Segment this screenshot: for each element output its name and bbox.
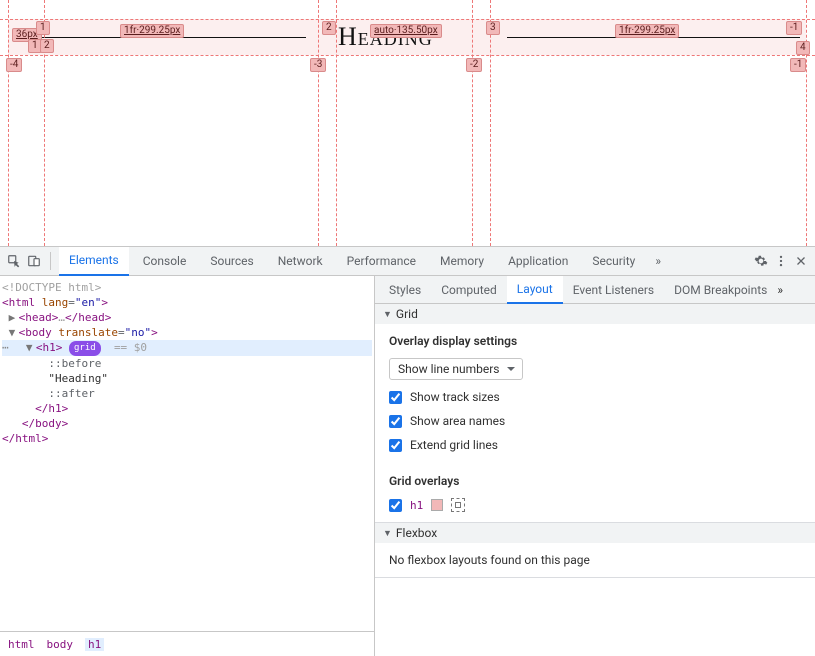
col1-size-label: 1fr·299.25px xyxy=(120,24,184,38)
page-viewport: Heading 36px 1fr·299.25px auto·135.50px … xyxy=(0,0,815,246)
device-toggle-icon[interactable] xyxy=(26,253,42,269)
stab-layout[interactable]: Layout xyxy=(507,276,563,304)
grid-line-v3 xyxy=(472,0,473,246)
gear-icon[interactable] xyxy=(753,253,769,269)
overlay-style-icon[interactable] xyxy=(451,498,465,512)
flexbox-section: ▼ Flexbox No flexbox layouts found on th… xyxy=(375,523,815,578)
grid-line-v1 xyxy=(8,0,9,246)
grid-num-top-3: 3 xyxy=(486,21,500,35)
stab-dombreakpoints[interactable]: DOM Breakpoints xyxy=(664,276,777,304)
dom-tree-panel: <!DOCTYPE html> <html lang="en"> ▶<head>… xyxy=(0,276,375,656)
grid-num-row-4: 4 xyxy=(796,41,810,55)
flexbox-section-head[interactable]: ▼ Flexbox xyxy=(375,523,815,543)
tab-console[interactable]: Console xyxy=(133,247,197,276)
grid-section-title: Grid xyxy=(396,307,418,321)
devtools-panel: Elements Console Sources Network Perform… xyxy=(0,246,815,656)
sidebar-panel: Styles Computed Layout Event Listeners D… xyxy=(375,276,815,656)
chevron-down-icon: ▼ xyxy=(383,528,392,539)
sidetabs-overflow-icon[interactable]: » xyxy=(777,283,783,297)
line-numbers-select[interactable]: Show line numbers xyxy=(389,358,523,380)
stab-computed[interactable]: Computed xyxy=(431,276,507,304)
kebab-icon[interactable] xyxy=(773,253,789,269)
close-icon[interactable] xyxy=(793,253,809,269)
tab-memory[interactable]: Memory xyxy=(430,247,494,276)
check-area-names-label: Show area names xyxy=(410,414,505,428)
grid-num-top-1: 1 xyxy=(36,21,50,35)
grid-num-bot--4: -4 xyxy=(6,58,22,72)
stab-eventlisteners[interactable]: Event Listeners xyxy=(563,276,664,304)
grid-line-v4 xyxy=(806,0,807,246)
inspect-icon[interactable] xyxy=(6,253,22,269)
chevron-down-icon: ▼ xyxy=(383,309,392,320)
crumb-html[interactable]: html xyxy=(8,638,35,651)
tabs-overflow-icon[interactable]: » xyxy=(649,254,667,268)
grid-num-bot--3: -3 xyxy=(310,58,326,72)
sidebar-tabs: Styles Computed Layout Event Listeners D… xyxy=(375,276,815,304)
check-extend-lines-label: Extend grid lines xyxy=(410,438,498,452)
grid-num-bot--1: -1 xyxy=(790,58,806,72)
divider xyxy=(50,252,51,270)
overlay-h1-check[interactable] xyxy=(389,499,402,512)
grid-badge[interactable]: grid xyxy=(69,341,101,356)
tab-network[interactable]: Network xyxy=(268,247,333,276)
grid-line-h2 xyxy=(0,55,815,56)
dom-tree[interactable]: <!DOCTYPE html> <html lang="en"> ▶<head>… xyxy=(0,276,374,631)
overlay-color-swatch[interactable] xyxy=(431,499,443,511)
check-area-names[interactable] xyxy=(389,415,402,428)
grid-line-v2 xyxy=(318,0,319,246)
grid-line-v2b xyxy=(336,0,337,246)
check-track-sizes[interactable] xyxy=(389,391,402,404)
tab-security[interactable]: Security xyxy=(582,247,645,276)
tab-sources[interactable]: Sources xyxy=(200,247,263,276)
grid-line-h1 xyxy=(0,19,815,20)
grid-num-top--1: -1 xyxy=(786,21,802,35)
crumb-h1[interactable]: h1 xyxy=(85,638,104,651)
check-extend-lines[interactable] xyxy=(389,439,402,452)
flexbox-empty-text: No flexbox layouts found on this page xyxy=(389,553,590,567)
col2-size-label: auto·135.50px xyxy=(370,24,442,38)
tab-application[interactable]: Application xyxy=(498,247,578,276)
devtools-tabbar: Elements Console Sources Network Perform… xyxy=(0,247,815,276)
overlay-settings-title: Overlay display settings xyxy=(389,334,801,348)
grid-line-v3b xyxy=(490,0,491,246)
dom-doctype: <!DOCTYPE html> xyxy=(2,281,101,294)
crumb-body[interactable]: body xyxy=(47,638,74,651)
check-track-sizes-label: Show track sizes xyxy=(410,390,500,404)
stab-styles[interactable]: Styles xyxy=(379,276,431,304)
tab-performance[interactable]: Performance xyxy=(337,247,426,276)
dom-breadcrumb: html body h1 xyxy=(0,631,374,656)
flexbox-section-title: Flexbox xyxy=(396,526,437,540)
overlay-h1-name: h1 xyxy=(410,499,423,512)
grid-line-v1b xyxy=(44,0,45,246)
grid-overlays-title: Grid overlays xyxy=(389,474,801,488)
tab-elements[interactable]: Elements xyxy=(59,247,129,276)
col3-size-label: 1fr·299.25px xyxy=(615,24,679,38)
grid-section: ▼ Grid Overlay display settings Show lin… xyxy=(375,304,815,523)
grid-num-top-2: 2 xyxy=(322,21,336,35)
grid-num-bot--2: -2 xyxy=(466,58,482,72)
grid-section-head[interactable]: ▼ Grid xyxy=(375,304,815,324)
grid-num-row-2: 2 xyxy=(40,39,54,53)
